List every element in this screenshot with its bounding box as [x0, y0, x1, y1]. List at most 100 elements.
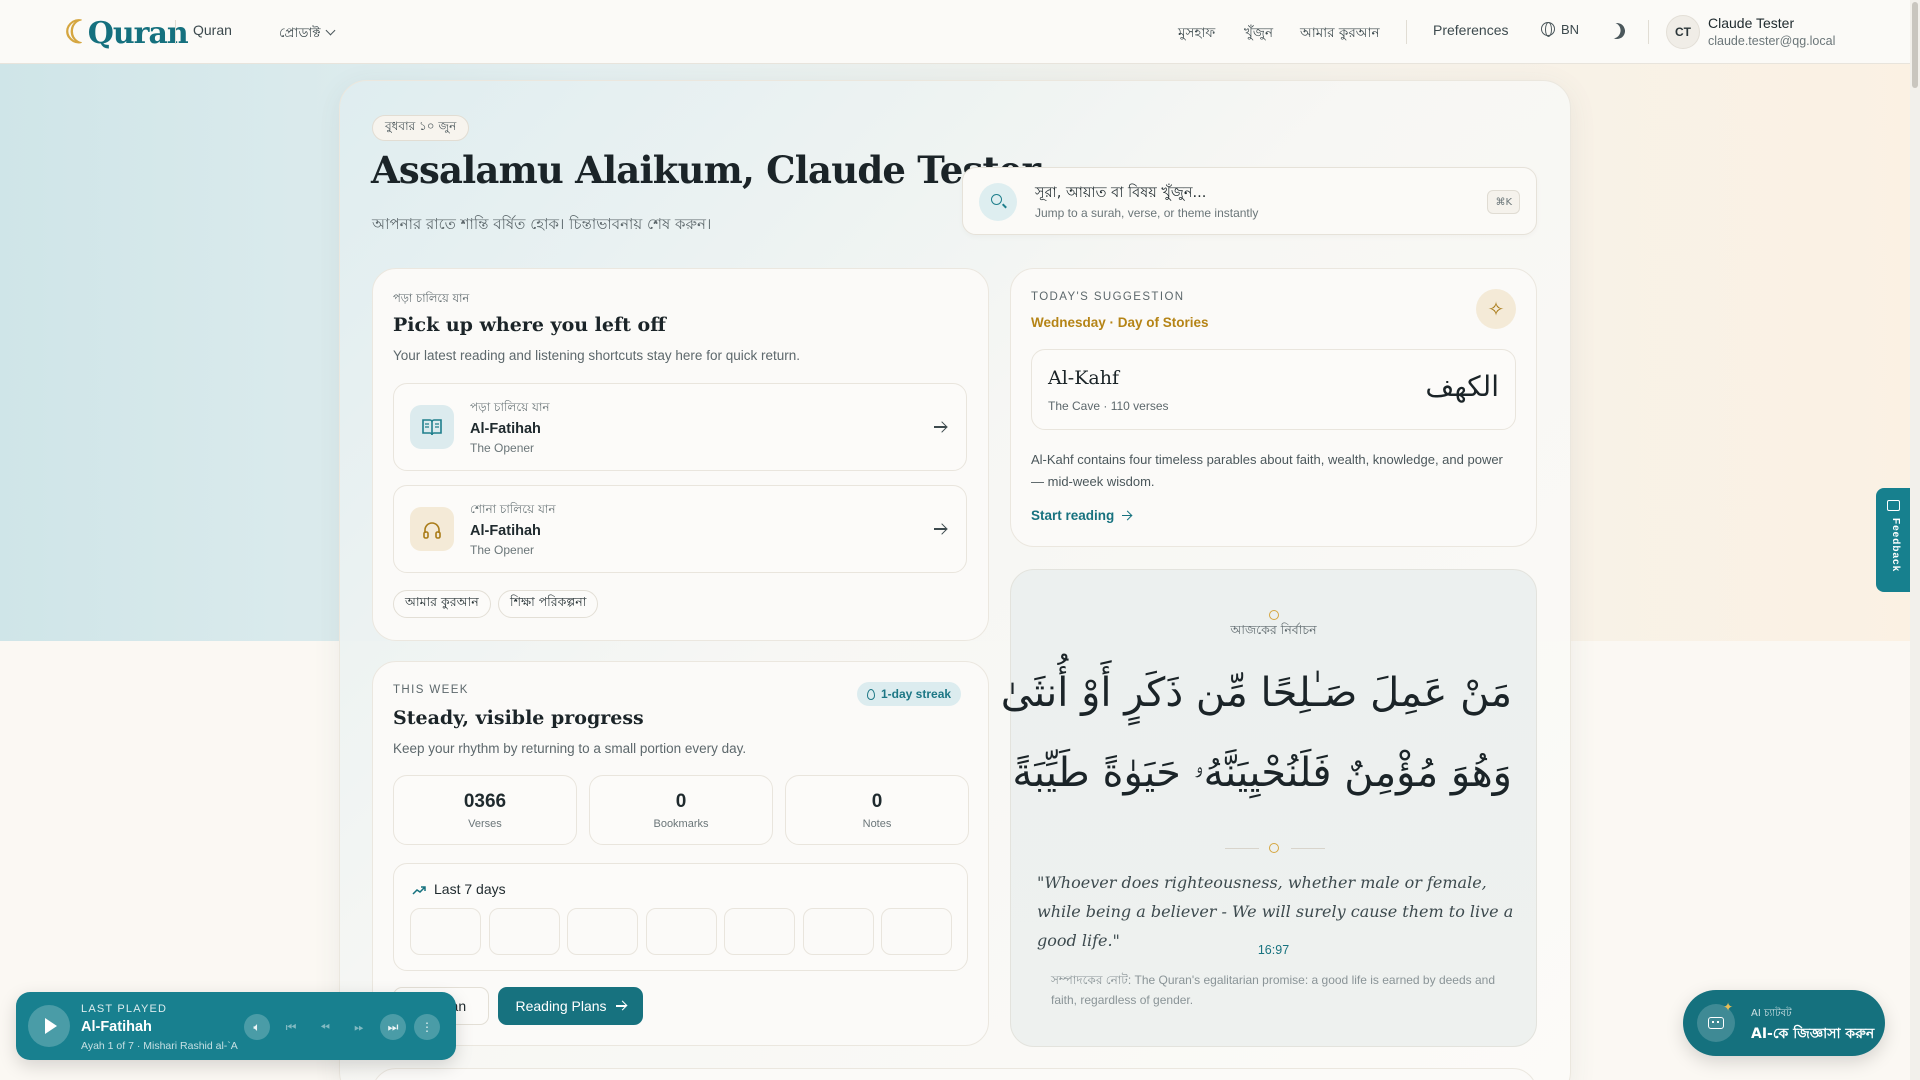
- week-desc: Keep your rhythm by returning to a small…: [393, 741, 747, 756]
- headphones-icon: [410, 507, 454, 551]
- verse-arabic-line: وَهُوَ مُؤْمِنٌ فَلَنُحْيِيَنَّهُۥ حَيَو…: [1012, 750, 1512, 796]
- suggestion-eyebrow: TODAY'S SUGGESTION: [1031, 291, 1185, 303]
- day-cell: [489, 908, 560, 955]
- greeting-subtitle: আপনার রাতে শান্তি বর্ষিত হোক। চিন্তাভাবন…: [372, 215, 712, 233]
- verse-translation: "Whoever does righteousness, whether mal…: [1037, 873, 1514, 950]
- brand-logo[interactable]: ☾Quran: [64, 12, 189, 52]
- fast-forward-icon[interactable]: ⏩︎: [346, 1014, 372, 1040]
- day-cell: [410, 908, 481, 955]
- row-label: পড়া চালিয়ে যান: [470, 400, 550, 414]
- search-hint: Jump to a surah, verse, or theme instant…: [1035, 206, 1259, 220]
- scrollbar-thumb[interactable]: [1912, 2, 1918, 88]
- suggested-surah[interactable]: Al-Kahf The Cave · 110 verses الكهف: [1031, 349, 1516, 430]
- nav-link-mushaf[interactable]: মুসহাফ: [1178, 22, 1215, 45]
- continue-desc: Your latest reading and listening shortc…: [393, 348, 800, 363]
- feedback-tab[interactable]: Feedback: [1876, 488, 1910, 592]
- player-eyebrow: LAST PLAYED: [81, 1003, 168, 1015]
- stat-notes: 0 Notes: [785, 775, 969, 845]
- rewind-icon[interactable]: ⏪︎: [312, 1014, 338, 1040]
- globe-icon: [1541, 22, 1555, 37]
- continue-eyebrow: পড়া চালিয়ে যান: [393, 291, 470, 305]
- row-surah-sub: The Opener: [470, 441, 535, 455]
- nav-products-dropdown[interactable]: প্রোডাক্ট: [279, 22, 336, 45]
- user-email: claude.tester@qg.local: [1708, 34, 1836, 48]
- day-cell: [724, 908, 795, 955]
- reading-plans-button[interactable]: Reading Plans: [498, 987, 643, 1025]
- user-name[interactable]: Claude Tester: [1708, 15, 1794, 31]
- arrow-right-icon: [934, 528, 946, 530]
- volume-icon[interactable]: 🔈︎: [244, 1014, 270, 1040]
- continue-listening-row[interactable]: শোনা চালিয়ে যান Al-Fatihah The Opener: [393, 485, 967, 573]
- ornament-icon: [1269, 843, 1279, 853]
- search-input[interactable]: সূরা, আয়াত বা বিষয় খুঁজুন... Jump to a…: [962, 167, 1537, 235]
- last-7-days-box: Last 7 days: [393, 863, 968, 971]
- verse-of-the-day-card: আজকের নির্বাচন مَنْ عَمِلَ صَـٰلِحًا مِّ…: [1001, 569, 1537, 1047]
- chip-my-quran[interactable]: আমার কুরআন: [393, 590, 491, 618]
- date-badge: বুধবার ১০ জুন: [372, 115, 470, 141]
- continue-title: Pick up where you left off: [393, 314, 666, 336]
- search-icon: [991, 194, 1002, 205]
- sparkle-icon: ✦: [1723, 1000, 1734, 1014]
- audio-player: LAST PLAYED Al-Fatihah Ayah 1 of 7 · Mis…: [16, 992, 456, 1060]
- language-switcher[interactable]: BN: [1541, 22, 1579, 37]
- nav-link-my-quran[interactable]: আমার কুরআন: [1300, 22, 1380, 45]
- streak-badge: 1-day streak: [857, 682, 962, 706]
- row-label: শোনা চালিয়ে যান: [470, 502, 556, 516]
- ai-chatbot-button[interactable]: ✦ AI চ্যাটবট AI-কে জিজ্ঞাসা করুন: [1683, 990, 1885, 1056]
- robot-icon: [1708, 1017, 1724, 1029]
- week-title: Steady, visible progress: [393, 707, 644, 729]
- avatar[interactable]: CT: [1666, 15, 1700, 49]
- search-placeholder: সূরা, আয়াত বা বিষয় খুঁজুন...: [1035, 185, 1207, 201]
- stat-label: Bookmarks: [653, 818, 709, 830]
- nav-link-search[interactable]: খুঁজুন: [1244, 22, 1273, 45]
- row-surah: Al-Fatihah: [470, 421, 541, 437]
- surah-meta: The Cave · 110 verses: [1048, 399, 1169, 413]
- stat-value: 0366: [463, 791, 507, 812]
- row-surah-sub: The Opener: [470, 543, 535, 557]
- day-cell: [646, 908, 717, 955]
- skip-forward-icon[interactable]: ⏭︎: [380, 1014, 406, 1040]
- verse-reference[interactable]: 16:97: [1011, 943, 1536, 957]
- scrollbar[interactable]: [1910, 0, 1920, 1080]
- nav-preferences[interactable]: Preferences: [1433, 22, 1508, 38]
- chevron-down-icon: [326, 25, 336, 36]
- chip-learning-plans[interactable]: শিক্ষা পরিকল্পনা: [498, 590, 599, 618]
- more-options-icon[interactable]: ⋮: [414, 1014, 440, 1040]
- next-section-card: [372, 1068, 1537, 1080]
- ai-button-label: AI চ্যাটবট: [1751, 1008, 1792, 1019]
- flame-icon: [867, 688, 875, 700]
- divider: [1291, 848, 1325, 849]
- trending-up-icon: [412, 886, 426, 895]
- feedback-label: Feedback: [1890, 518, 1901, 573]
- arrow-right-icon: [615, 1005, 626, 1007]
- last-7-days-title: Last 7 days: [434, 881, 506, 897]
- day-cell: [881, 908, 952, 955]
- day-cell: [803, 908, 874, 955]
- nav-quran[interactable]: Quran: [193, 22, 232, 38]
- player-title: Al-Fatihah: [81, 1019, 152, 1035]
- editor-note: সম্পাদকের নোট: The Quran's egalitarian p…: [1051, 973, 1495, 1007]
- ornament-icon: [1269, 610, 1279, 620]
- continue-reading-row[interactable]: পড়া চালিয়ে যান Al-Fatihah The Opener: [393, 383, 967, 471]
- day-cell: [567, 908, 638, 955]
- stat-bookmarks: 0 Bookmarks: [589, 775, 773, 845]
- ai-button-title: AI-কে জিজ্ঞাসা করুন: [1751, 1026, 1875, 1042]
- stat-verses: 0366 Verses: [393, 775, 577, 845]
- arrow-right-icon: [934, 426, 946, 428]
- message-icon: [1887, 500, 1900, 511]
- stat-label: Notes: [862, 818, 892, 830]
- play-button[interactable]: [28, 1005, 70, 1047]
- surah-name: Al-Kahf: [1048, 367, 1120, 389]
- start-reading-link[interactable]: Start reading: [1031, 508, 1132, 523]
- row-surah: Al-Fatihah: [470, 523, 541, 539]
- week-eyebrow: THIS WEEK: [393, 684, 469, 696]
- nav-divider: [1648, 20, 1649, 44]
- verse-arabic-line: مَنْ عَمِلَ صَـٰلِحًا مِّن ذَكَرٍ أَوْ أ…: [1000, 670, 1512, 716]
- skip-back-icon[interactable]: ⏮︎: [278, 1014, 304, 1040]
- search-icon-box: [979, 183, 1017, 221]
- stat-label: Verses: [468, 818, 502, 830]
- nav-divider: [175, 20, 176, 44]
- top-nav: ☾Quran Quran প্রোডাক্ট মুসহাফ খুঁজুন আমা…: [0, 0, 1910, 64]
- suggestion-text: Al-Kahf contains four timeless parables …: [1031, 452, 1503, 489]
- dark-mode-toggle-icon[interactable]: [1607, 21, 1628, 42]
